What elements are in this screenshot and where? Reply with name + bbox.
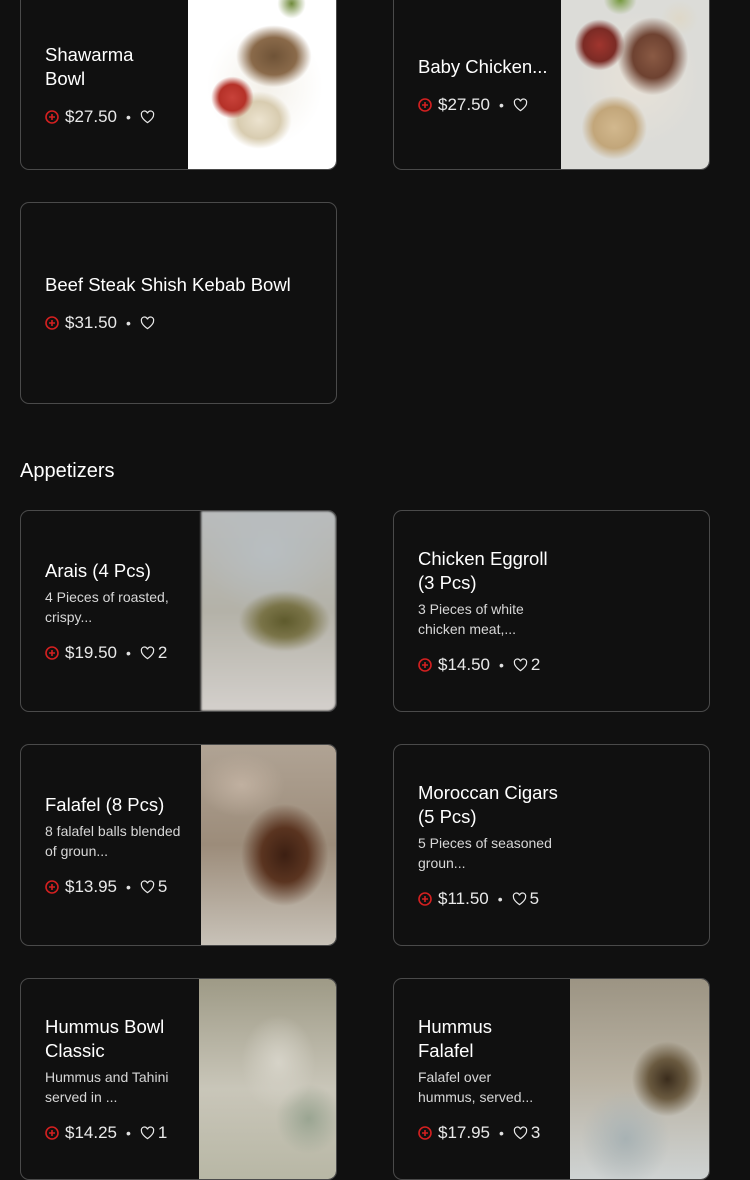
like-count: 5 bbox=[529, 889, 540, 908]
separator-dot: • bbox=[499, 657, 504, 673]
menu-item-price: $31.50 bbox=[65, 313, 117, 332]
menu-item-price: $19.50 bbox=[65, 643, 117, 662]
heart-outline-icon[interactable] bbox=[513, 1126, 528, 1140]
like-count: 5 bbox=[157, 877, 168, 896]
menu-item-meta: $27.50 • bbox=[45, 107, 175, 127]
menu-item-title: Chicken Eggroll (3 Pcs) bbox=[418, 548, 548, 593]
menu-item-title: Hummus Falafel bbox=[418, 1016, 493, 1061]
menu-item-description: 5 Pieces of seasoned groun... bbox=[418, 835, 552, 871]
menu-item-meta: $14.50 • 2 bbox=[418, 655, 558, 675]
plus-circle-icon[interactable] bbox=[418, 658, 432, 672]
menu-item-price: $13.95 bbox=[65, 877, 117, 896]
separator-dot: • bbox=[126, 1125, 131, 1141]
like-count: 1 bbox=[157, 1123, 168, 1142]
heart-outline-icon[interactable] bbox=[140, 1126, 155, 1140]
menu-item-card[interactable]: Beef Steak Shish Kebab Bowl $31.50 • bbox=[20, 202, 337, 404]
menu-item-card[interactable]: Chicken Eggroll (3 Pcs) 3 Pieces of whit… bbox=[393, 510, 710, 712]
menu-item-image bbox=[570, 979, 709, 1179]
menu-item-price: $27.50 bbox=[438, 95, 490, 114]
heart-outline-icon[interactable] bbox=[512, 892, 527, 906]
heart-outline-icon[interactable] bbox=[140, 646, 155, 660]
menu-item-title: Shawarma Bowl bbox=[45, 44, 134, 89]
menu-item-price: $17.95 bbox=[438, 1123, 490, 1142]
menu-item-description: 8 falafel balls blended of groun... bbox=[45, 823, 181, 859]
menu-item-meta: $13.95 • 5 bbox=[45, 877, 185, 897]
menu-item-meta: $19.50 • 2 bbox=[45, 643, 185, 663]
menu-item-meta: $17.95 • 3 bbox=[418, 1123, 548, 1143]
menu-item-title: Baby Chicken... bbox=[418, 56, 548, 77]
menu-item-price: $14.50 bbox=[438, 655, 490, 674]
heart-outline-icon[interactable] bbox=[140, 316, 155, 330]
heart-outline-icon[interactable] bbox=[140, 880, 155, 894]
menu-item-price: $14.25 bbox=[65, 1123, 117, 1142]
menu-item-meta: $11.50 • 5 bbox=[418, 889, 558, 909]
menu-item-image bbox=[201, 745, 336, 945]
menu-item-meta: $31.50 • bbox=[45, 313, 315, 333]
plus-circle-icon[interactable] bbox=[45, 880, 59, 894]
plus-circle-icon[interactable] bbox=[418, 892, 432, 906]
menu-item-description: Falafel over hummus, served... bbox=[418, 1069, 534, 1105]
section-heading: Appetizers bbox=[20, 460, 115, 482]
like-count: 3 bbox=[530, 1123, 541, 1142]
menu-item-card[interactable]: Baby Chicken... $27.50 • bbox=[393, 0, 710, 170]
like-count: 2 bbox=[530, 655, 541, 674]
menu-item-description: 3 Pieces of white chicken meat,... bbox=[418, 601, 524, 637]
menu-item-card[interactable]: Hummus Falafel Falafel over hummus, serv… bbox=[393, 978, 710, 1180]
plus-circle-icon[interactable] bbox=[418, 1126, 432, 1140]
menu-item-price: $11.50 bbox=[438, 889, 489, 908]
separator-dot: • bbox=[126, 109, 131, 125]
menu-item-description: Hummus and Tahini served in ... bbox=[45, 1069, 169, 1105]
menu-item-title: Arais (4 Pcs) bbox=[45, 560, 151, 581]
plus-circle-icon[interactable] bbox=[45, 110, 59, 124]
plus-circle-icon[interactable] bbox=[45, 316, 59, 330]
menu-item-card[interactable]: Arais (4 Pcs) 4 Pieces of roasted, crisp… bbox=[20, 510, 337, 712]
like-count: 2 bbox=[157, 643, 168, 662]
menu-item-title: Moroccan Cigars (5 Pcs) bbox=[418, 782, 558, 827]
separator-dot: • bbox=[499, 1125, 504, 1141]
menu-item-image bbox=[561, 0, 709, 169]
separator-dot: • bbox=[126, 879, 131, 895]
menu-item-price: $27.50 bbox=[65, 107, 117, 126]
heart-outline-icon[interactable] bbox=[513, 658, 528, 672]
plus-circle-icon[interactable] bbox=[418, 98, 432, 112]
menu-item-image bbox=[188, 0, 336, 169]
menu-item-title: Hummus Bowl Classic bbox=[45, 1016, 165, 1061]
menu-item-card[interactable]: Moroccan Cigars (5 Pcs) 5 Pieces of seas… bbox=[393, 744, 710, 946]
menu-item-image bbox=[199, 979, 336, 1179]
separator-dot: • bbox=[497, 891, 503, 907]
menu-item-title: Falafel (8 Pcs) bbox=[45, 794, 165, 815]
menu-item-meta: $27.50 • bbox=[418, 95, 548, 115]
menu-item-card[interactable]: Falafel (8 Pcs) 8 falafel balls blended … bbox=[20, 744, 337, 946]
separator-dot: • bbox=[499, 97, 504, 113]
heart-outline-icon[interactable] bbox=[513, 98, 528, 112]
heart-outline-icon[interactable] bbox=[140, 110, 155, 124]
menu-item-description: 4 Pieces of roasted, crispy... bbox=[45, 589, 169, 625]
menu-item-image bbox=[201, 511, 336, 711]
menu-item-card[interactable]: Hummus Bowl Classic Hummus and Tahini se… bbox=[20, 978, 337, 1180]
separator-dot: • bbox=[126, 315, 131, 331]
plus-circle-icon[interactable] bbox=[45, 646, 59, 660]
menu-item-title: Beef Steak Shish Kebab Bowl bbox=[45, 274, 291, 295]
plus-circle-icon[interactable] bbox=[45, 1126, 59, 1140]
menu-item-card[interactable]: Shawarma Bowl $27.50 • bbox=[20, 0, 337, 170]
menu-item-meta: $14.25 • 1 bbox=[45, 1123, 185, 1143]
separator-dot: • bbox=[126, 645, 131, 661]
